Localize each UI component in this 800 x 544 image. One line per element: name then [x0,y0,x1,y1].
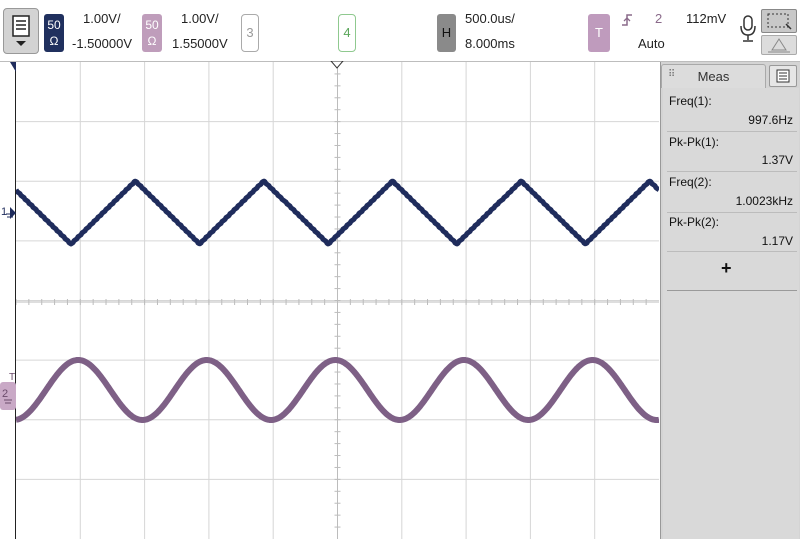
measurements-list: Freq(1): 997.6Hz Pk-Pk(1): 1.37V Freq(2)… [663,88,799,539]
channel-4-button[interactable]: 4 [338,14,356,52]
meas-4-label: Pk-Pk(2): [669,215,720,229]
channel-1-button[interactable]: 50 Ω [44,14,64,52]
channel-markers [0,62,16,539]
trigger-position-marker [330,61,344,69]
list-icon [776,69,790,83]
delta-icon [768,38,790,53]
ch2-impedance-unit: Ω [147,34,157,48]
timebase-scale[interactable]: 500.0us/ [465,11,515,26]
ch1-ground-marker[interactable]: 1 [1,206,7,218]
trigger-level-marker[interactable]: T [9,372,15,383]
trigger-mode[interactable]: Auto [638,36,665,51]
ch1-scale[interactable]: 1.00V/ [83,11,121,26]
ch2-impedance-value: 50 [145,18,159,32]
rising-edge-icon [622,14,632,26]
trigger-source[interactable]: 2 [655,11,662,26]
zoom-box-icon [767,13,792,30]
panel-menu-button[interactable] [769,65,797,87]
waveform-display[interactable] [13,61,661,539]
toolbar: 50 Ω 1.00V/ -1.50000V 50 Ω 1.00V/ 1.5500… [0,0,800,62]
meas-1-label: Freq(1): [669,94,712,108]
drag-handle-icon[interactable]: ⠿ [668,69,675,80]
menu-button[interactable] [3,8,39,54]
meas-3-value: 1.0023kHz [735,194,793,208]
zoom-box-button[interactable] [761,9,797,33]
meas-2-label: Pk-Pk(1): [669,135,720,149]
meas-3-label: Freq(2): [669,175,712,189]
ch2-offset[interactable]: 1.55000V [172,36,228,51]
ch2-scale[interactable]: 1.00V/ [181,11,219,26]
ch1-offset[interactable]: -1.50000V [72,36,132,51]
waveform-canvas [13,61,661,539]
horizontal-button[interactable]: H [437,14,456,52]
menu-icon [12,15,30,46]
meas-4-value: 1.17V [761,234,793,248]
timebase-delay[interactable]: 8.000ms [465,36,515,51]
add-measurement-button[interactable]: + [721,258,732,279]
delta-button[interactable] [761,35,797,55]
trigger-button[interactable]: T [588,14,610,52]
channel-2-button[interactable]: 50 Ω [142,14,162,52]
ch2-ground-marker[interactable]: 2 [2,388,8,400]
channel-3-button[interactable]: 3 [241,14,259,52]
ch1-impedance-value: 50 [47,18,61,32]
ch1-impedance-unit: Ω [49,34,59,48]
meas-1-value: 997.6Hz [748,113,793,127]
meas-2-value: 1.37V [761,153,793,167]
trigger-level[interactable]: 112mV [686,11,726,26]
measurements-tab-label: Meas [697,69,730,84]
microphone-icon[interactable] [738,14,758,44]
measurements-tab[interactable]: ⠿ Meas [661,64,766,88]
measurements-panel: ⠿ Meas Freq(1): 997.6Hz Pk-Pk(1): 1.37V … [660,62,800,539]
